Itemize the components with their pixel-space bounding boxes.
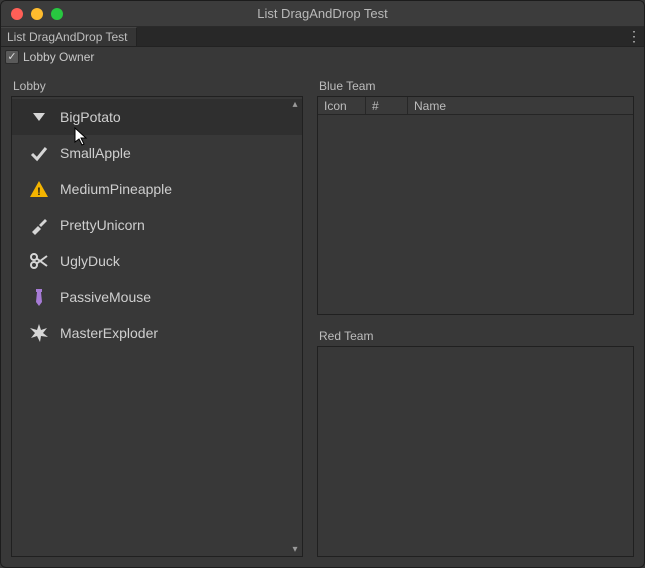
app-window: List DragAndDrop Test List DragAndDrop T…: [0, 0, 645, 568]
chevron-down-icon: [28, 106, 50, 128]
column-header-number[interactable]: #: [366, 97, 408, 114]
svg-text:!: !: [37, 186, 41, 198]
lobby-item-masterexploder[interactable]: MasterExploder: [12, 315, 302, 351]
red-team-block: Red Team: [317, 329, 634, 557]
main-content: Lobby BigPotato: [1, 67, 644, 567]
blue-team-heading: Blue Team: [317, 79, 634, 93]
scroll-up-arrow[interactable]: ▴: [289, 99, 301, 109]
red-team-body[interactable]: [318, 347, 633, 556]
column-header-name[interactable]: Name: [408, 97, 633, 114]
lobby-item-prettyunicorn[interactable]: PrettyUnicorn: [12, 207, 302, 243]
maximize-window-button[interactable]: [51, 8, 63, 20]
tab-label: List DragAndDrop Test: [7, 30, 128, 44]
tie-icon: [28, 286, 50, 308]
red-team-panel[interactable]: [317, 346, 634, 557]
lobby-item-label: PassiveMouse: [60, 289, 151, 305]
lobby-column: Lobby BigPotato: [11, 79, 303, 557]
lobby-item-label: PrettyUnicorn: [60, 217, 145, 233]
titlebar: List DragAndDrop Test: [1, 1, 644, 27]
scissors-icon: [28, 250, 50, 272]
options-row: ✓ Lobby Owner: [1, 47, 644, 67]
window-title: List DragAndDrop Test: [1, 6, 644, 21]
lobby-list-container: BigPotato SmallApple ! Me: [12, 97, 302, 556]
warning-icon: !: [28, 178, 50, 200]
lobby-item-mediumpineapple[interactable]: ! MediumPineapple: [12, 171, 302, 207]
brush-icon: [28, 214, 50, 236]
lobby-list[interactable]: BigPotato SmallApple ! Me: [12, 97, 302, 351]
lobby-scrollbar[interactable]: ▴ ▾: [289, 99, 301, 554]
blue-team-body[interactable]: [318, 115, 633, 314]
tab-overflow-menu-button[interactable]: ⋮: [628, 27, 644, 46]
scroll-down-arrow[interactable]: ▾: [289, 544, 301, 554]
lobby-item-label: BigPotato: [60, 109, 121, 125]
tab-strip: List DragAndDrop Test ⋮: [1, 27, 644, 47]
window-controls: [1, 8, 63, 20]
lobby-item-label: MediumPineapple: [60, 181, 172, 197]
blue-team-header-row: Icon # Name: [318, 97, 633, 115]
lobby-item-label: MasterExploder: [60, 325, 158, 341]
blue-team-panel[interactable]: Icon # Name: [317, 96, 634, 315]
minimize-window-button[interactable]: [31, 8, 43, 20]
lobby-item-label: UglyDuck: [60, 253, 120, 269]
burst-icon: [28, 322, 50, 344]
red-team-heading: Red Team: [317, 329, 634, 343]
lobby-item-passivemouse[interactable]: PassiveMouse: [12, 279, 302, 315]
close-window-button[interactable]: [11, 8, 23, 20]
lobby-heading: Lobby: [11, 79, 303, 93]
lobby-owner-label: Lobby Owner: [23, 50, 94, 64]
tab-list-draganddrop-test[interactable]: List DragAndDrop Test: [1, 27, 137, 46]
lobby-item-bigpotato[interactable]: BigPotato: [12, 99, 302, 135]
lobby-owner-checkbox[interactable]: ✓: [5, 50, 19, 64]
blue-team-block: Blue Team Icon # Name: [317, 79, 634, 315]
lobby-item-uglyduck[interactable]: UglyDuck: [12, 243, 302, 279]
lobby-panel: BigPotato SmallApple ! Me: [11, 96, 303, 557]
check-icon: [28, 142, 50, 164]
teams-column: Blue Team Icon # Name Red Team: [317, 79, 634, 557]
lobby-item-label: SmallApple: [60, 145, 131, 161]
column-header-icon[interactable]: Icon: [318, 97, 366, 114]
lobby-item-smallapple[interactable]: SmallApple: [12, 135, 302, 171]
